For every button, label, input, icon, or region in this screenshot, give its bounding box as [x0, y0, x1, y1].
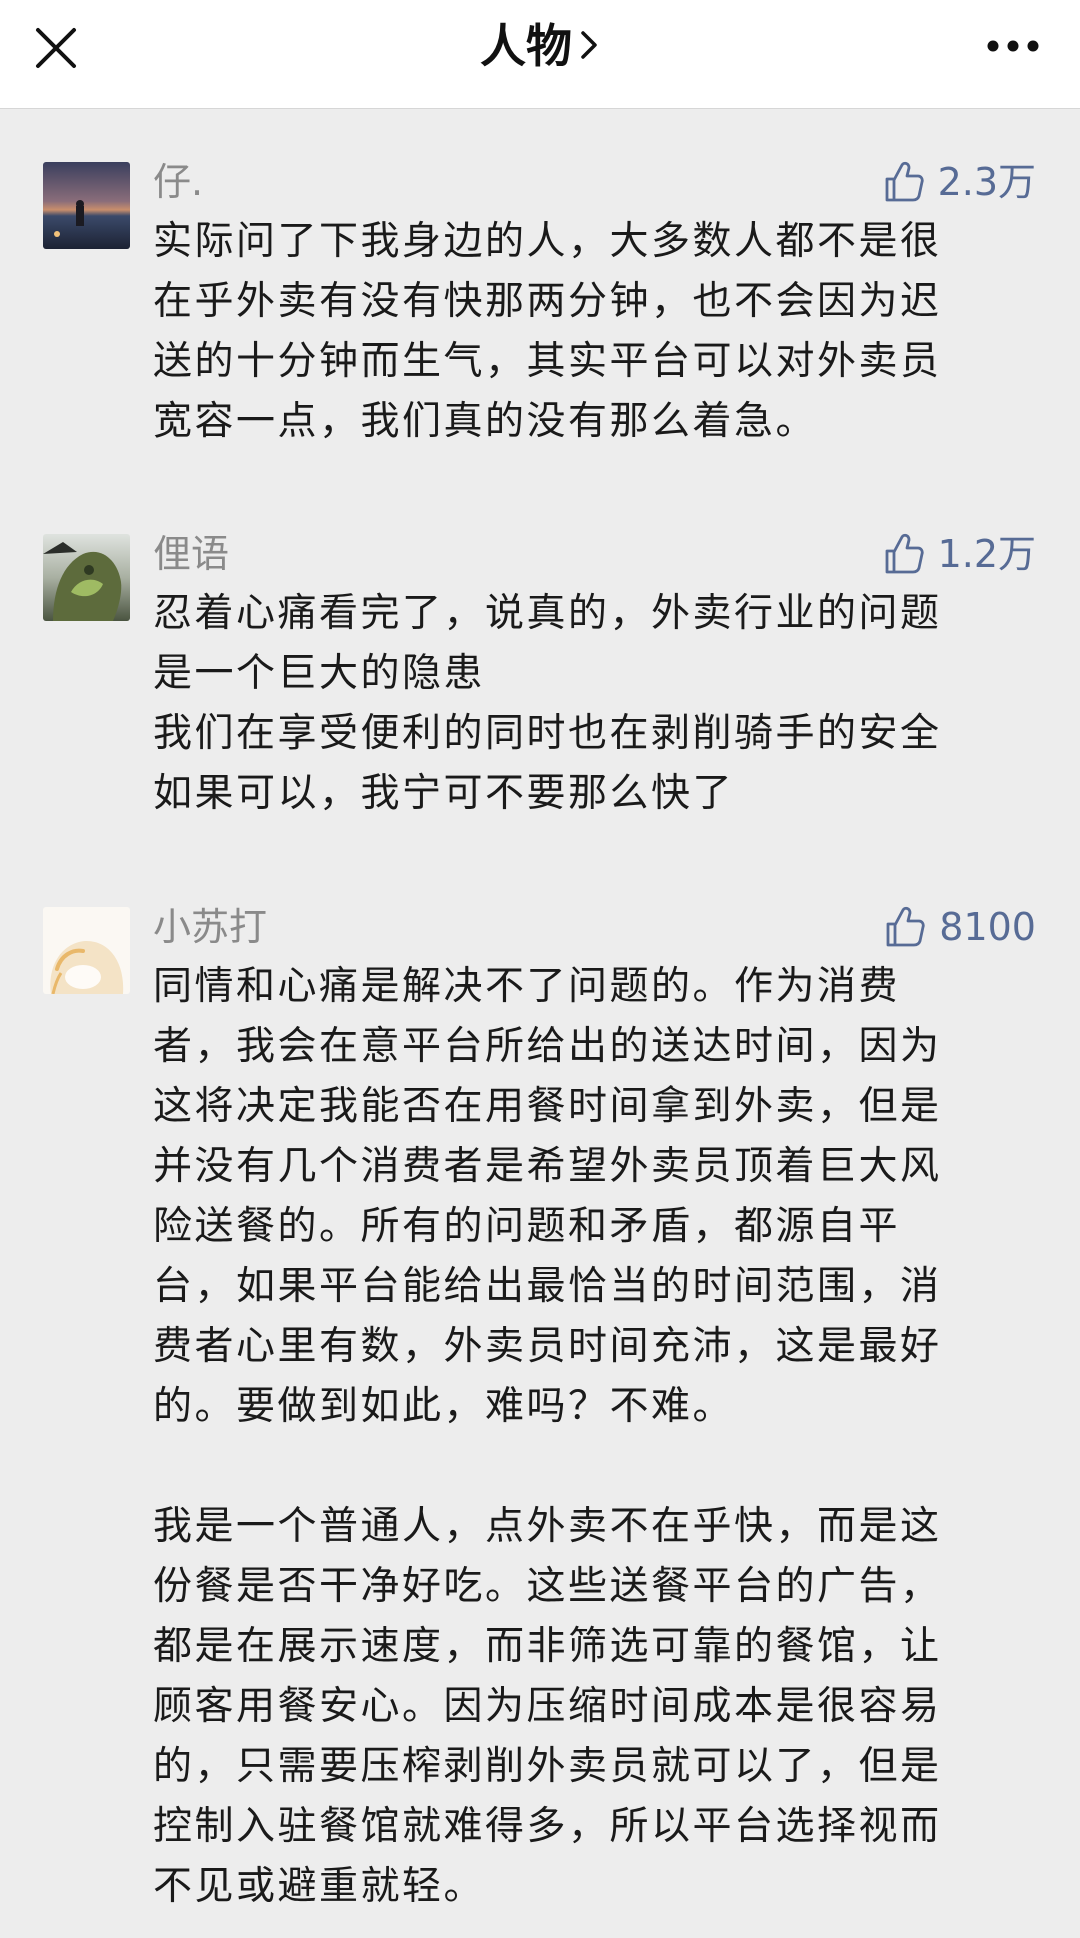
comment-paragraph: 实际问了下我身边的人，大多数人都不是很 在乎外卖有没有快那两分钟，也不会因为迟 … [153, 219, 942, 444]
comment-paragraph: 同情和心痛是解决不了问题的。作为消费 者，我会在意平台所给出的送达时间，因为 这… [153, 964, 942, 1429]
chevron-right-icon [578, 18, 600, 74]
more-icon[interactable] [986, 36, 1040, 56]
comment-item: 仔. 2.3万 实际问了下我身边的人，大多数人都不是很 在乎外卖有没有快那两分钟… [0, 109, 1080, 481]
avatar[interactable] [43, 534, 130, 621]
page-title[interactable]: 人物 [0, 18, 1080, 74]
comment-item: 小苏打 8100 同情和心痛是解决不了问题的。作为消费 者，我会在意平台所给出的… [0, 853, 1080, 1938]
comment-username[interactable]: 俚语 [153, 530, 229, 578]
page-title-text: 人物 [480, 19, 572, 73]
like-count: 1.2万 [937, 532, 1036, 576]
comment-username[interactable]: 小苏打 [153, 903, 267, 951]
like-count: 2.3万 [937, 160, 1036, 204]
thumbs-up-icon [885, 533, 924, 574]
comment-username[interactable]: 仔. [153, 158, 203, 206]
comment-text: 实际问了下我身边的人，大多数人都不是很 在乎外卖有没有快那两分钟，也不会因为迟 … [153, 212, 1033, 452]
comment-text: 同情和心痛是解决不了问题的。作为消费 者，我会在意平台所给出的送达时间，因为 这… [153, 957, 1033, 1917]
like-button[interactable]: 8100 [885, 903, 1036, 951]
like-button[interactable]: 1.2万 [884, 530, 1036, 578]
like-button[interactable]: 2.3万 [884, 158, 1036, 206]
comment-paragraph: 忍着心痛看完了，说真的，外卖行业的问题 是一个巨大的隐患 我们在享受便利的同时也… [153, 591, 942, 816]
like-count: 8100 [939, 905, 1036, 949]
thumbs-up-icon [885, 161, 924, 202]
comment-text: 忍着心痛看完了，说真的，外卖行业的问题 是一个巨大的隐患 我们在享受便利的同时也… [153, 584, 1033, 824]
comment-item: 俚语 1.2万 忍着心痛看完了，说真的，外卖行业的问题 是一个巨大的隐患 我们在… [0, 481, 1080, 853]
nav-bar: 人物 [0, 0, 1080, 109]
thumbs-up-icon [886, 906, 925, 947]
avatar[interactable] [43, 907, 130, 994]
avatar[interactable] [43, 162, 130, 249]
comment-paragraph: 我是一个普通人，点外卖不在乎快，而是这 份餐是否干净好吃。这些送餐平台的广告， … [153, 1504, 942, 1909]
